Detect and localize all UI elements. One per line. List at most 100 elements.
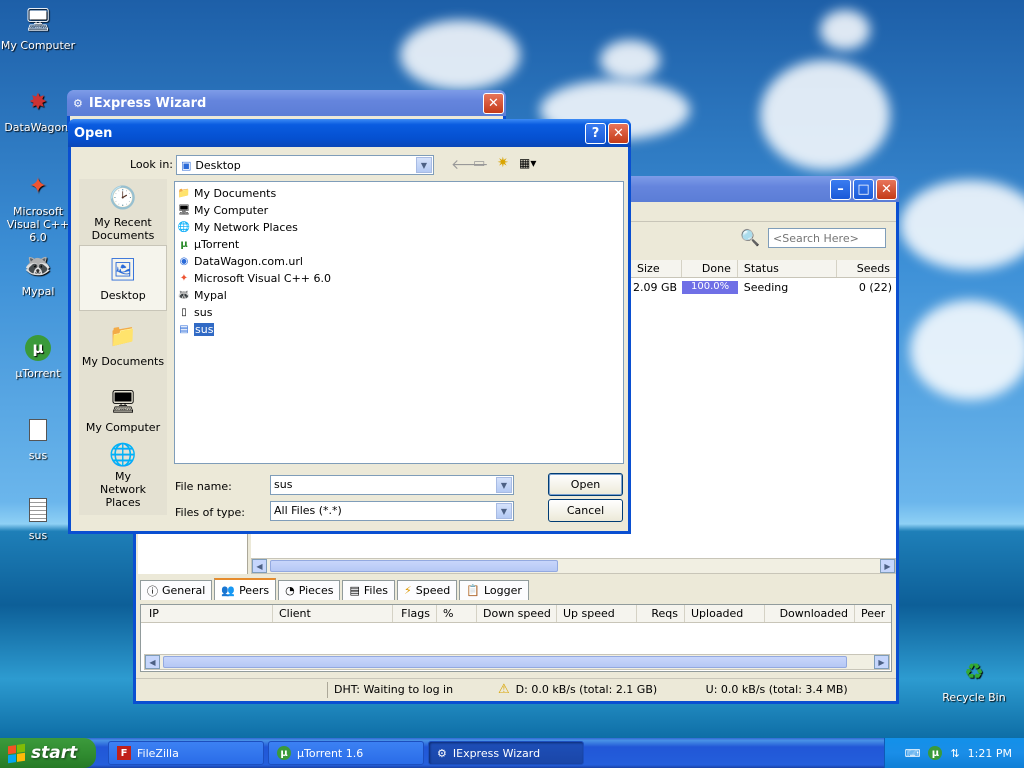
tab-peers[interactable]: 👥 Peers bbox=[214, 578, 277, 600]
new-folder-icon[interactable]: ✷ bbox=[497, 155, 509, 171]
chevron-down-icon[interactable]: ▼ bbox=[416, 157, 432, 173]
col-uploaded[interactable]: Uploaded bbox=[685, 605, 765, 622]
desktop-icon-utorrent[interactable]: µ µTorrent bbox=[0, 332, 76, 380]
list-item[interactable]: ✦ Microsoft Visual C++ 6.0 bbox=[177, 270, 621, 287]
desktop-icon-datawagon[interactable]: ✸ DataWagon. bbox=[0, 86, 76, 135]
text-file-icon bbox=[22, 494, 54, 526]
col-size[interactable]: Size bbox=[631, 260, 683, 277]
iexpress-close-button[interactable]: ✕ bbox=[483, 92, 504, 114]
search-icon[interactable]: 🔍 bbox=[740, 228, 760, 247]
iexpress-app-icon: ⚙ bbox=[73, 96, 83, 110]
col-status[interactable]: Status bbox=[738, 260, 837, 277]
col-ip[interactable]: IP bbox=[141, 605, 273, 622]
peers-scroll-right-arrow[interactable]: ▶ bbox=[874, 655, 889, 669]
speed-icon: ⚡ bbox=[404, 584, 412, 597]
chevron-down-icon[interactable]: ▼ bbox=[496, 477, 512, 493]
look-in-combo[interactable]: ▣ Desktop ▼ bbox=[176, 155, 434, 175]
place-my-network-places[interactable]: 🌐 My Network Places bbox=[79, 443, 167, 510]
desktop-icon-sus-folder[interactable]: sus bbox=[0, 414, 76, 462]
pieces-icon: ◔ bbox=[285, 584, 295, 597]
tab-pieces[interactable]: ◔ Pieces bbox=[278, 580, 341, 600]
clock[interactable]: 1:21 PM bbox=[968, 747, 1012, 760]
desktop-icon-sus-text[interactable]: sus bbox=[0, 494, 76, 542]
col-done[interactable]: Done bbox=[682, 260, 738, 277]
list-item[interactable]: 🖥 My Computer bbox=[177, 202, 621, 219]
open-dialog-title-bar: Open ? ✕ bbox=[68, 119, 631, 147]
detail-tabs: ⓘ General 👥 Peers ◔ Pieces ▤ Files ⚡ Speed 📋 L… bbox=[140, 578, 531, 600]
open-dialog-close-button[interactable]: ✕ bbox=[608, 122, 629, 144]
desktop-icon-visual-cpp[interactable]: ✦ Microsoft Visual C++ 6.0 bbox=[0, 170, 76, 245]
keyboard-icon[interactable]: ⌨ bbox=[905, 747, 921, 760]
peers-scroll-thumb[interactable] bbox=[163, 656, 847, 668]
network-tray-icon[interactable]: ⇅ bbox=[950, 747, 959, 760]
desktop-icon-recycle-bin[interactable]: ♻ Recycle Bin bbox=[936, 656, 1012, 705]
scroll-right-arrow[interactable]: ▶ bbox=[880, 559, 895, 573]
url-file-icon: ◉ bbox=[179, 256, 189, 267]
list-item[interactable]: 🌐 My Network Places bbox=[177, 219, 621, 236]
utorrent-maximize-button[interactable]: □ bbox=[853, 178, 874, 200]
open-button[interactable]: Open bbox=[548, 473, 623, 496]
task-filezilla[interactable]: F FileZilla bbox=[108, 741, 264, 765]
place-my-documents[interactable]: 📁 My Documents bbox=[79, 311, 167, 377]
torrent-list-scrollbar[interactable]: ◀ ▶ bbox=[251, 558, 896, 574]
list-item[interactable]: ◉ DataWagon.com.url bbox=[177, 253, 621, 270]
desktop-icon-my-computer[interactable]: 🖥 My Computer bbox=[0, 4, 76, 53]
task-utorrent[interactable]: µ µTorrent 1.6 bbox=[268, 741, 424, 765]
list-item[interactable]: 🦝 Mypal bbox=[177, 287, 621, 304]
col-percent[interactable]: % bbox=[437, 605, 477, 622]
col-client[interactable]: Client bbox=[273, 605, 393, 622]
search-input[interactable] bbox=[768, 228, 886, 248]
col-up-speed[interactable]: Up speed bbox=[557, 605, 637, 622]
tab-logger[interactable]: 📋 Logger bbox=[459, 580, 529, 600]
done-progress: 100.0% bbox=[682, 280, 738, 294]
views-menu-icon[interactable]: ▦▾ bbox=[519, 156, 536, 170]
tab-general[interactable]: ⓘ General bbox=[140, 580, 213, 600]
filezilla-icon: F bbox=[117, 746, 131, 760]
file-name-field[interactable]: sus ▼ bbox=[270, 475, 514, 495]
tab-speed[interactable]: ⚡ Speed bbox=[397, 580, 458, 600]
list-item[interactable]: µ µTorrent bbox=[177, 236, 621, 253]
places-bar: 🕑 My Recent Documents 🖼 Desktop 📁 My Doc… bbox=[79, 179, 167, 515]
place-desktop[interactable]: 🖼 Desktop bbox=[79, 245, 167, 311]
cancel-button[interactable]: Cancel bbox=[548, 499, 623, 522]
utorrent-tray-icon[interactable]: µ bbox=[928, 746, 943, 760]
place-recent-documents[interactable]: 🕑 My Recent Documents bbox=[79, 179, 167, 245]
help-button[interactable]: ? bbox=[585, 122, 606, 144]
text-file-icon: ▤ bbox=[179, 324, 189, 335]
place-my-computer[interactable]: 🖥 My Computer bbox=[79, 377, 167, 443]
files-of-type-label: Files of type: bbox=[175, 506, 246, 519]
desktop-icon: 🖼 bbox=[109, 258, 137, 283]
scroll-thumb[interactable] bbox=[270, 560, 558, 572]
desktop-icon: ▣ bbox=[181, 158, 192, 172]
col-peer[interactable]: Peer bbox=[855, 605, 885, 622]
scroll-left-arrow[interactable]: ◀ bbox=[252, 559, 267, 573]
file-list: 📁 My Documents 🖥 My Computer 🌐 My Network P… bbox=[174, 181, 624, 464]
col-reqs[interactable]: Reqs bbox=[637, 605, 685, 622]
files-of-type-select[interactable]: All Files (*.*) ▼ bbox=[270, 501, 514, 521]
task-iexpress[interactable]: ⚙ IExpress Wizard bbox=[428, 741, 584, 765]
col-downloaded[interactable]: Downloaded bbox=[765, 605, 855, 622]
peers-scroll-left-arrow[interactable]: ◀ bbox=[145, 655, 160, 669]
file-name-label: File name: bbox=[175, 480, 232, 493]
peers-scrollbar[interactable]: ◀ ▶ bbox=[144, 654, 890, 670]
tab-files[interactable]: ▤ Files bbox=[342, 580, 396, 600]
chevron-down-icon[interactable]: ▼ bbox=[496, 503, 512, 519]
start-button[interactable]: start bbox=[0, 738, 96, 768]
windows-logo-icon bbox=[8, 743, 25, 763]
up-folder-icon[interactable]: ▭ bbox=[473, 156, 485, 171]
file-icon bbox=[22, 414, 54, 446]
col-seeds[interactable]: Seeds bbox=[837, 260, 896, 277]
list-item-selected[interactable]: ▤ sus bbox=[177, 321, 621, 338]
computer-icon: 🖥 bbox=[109, 390, 137, 415]
list-item[interactable]: ▯ sus bbox=[177, 304, 621, 321]
visual-cpp-icon: ✦ bbox=[28, 173, 48, 199]
computer-icon: 🖥 bbox=[24, 7, 52, 33]
list-item[interactable]: 📁 My Documents bbox=[177, 185, 621, 202]
col-flags[interactable]: Flags bbox=[393, 605, 437, 622]
desktop-icon-mypal[interactable]: 🦝 Mypal bbox=[0, 250, 76, 299]
datawagon-icon: ✸ bbox=[28, 89, 48, 115]
upload-status: U: 0.0 kB/s (total: 3.4 MB) bbox=[705, 683, 848, 696]
col-down-speed[interactable]: Down speed bbox=[477, 605, 557, 622]
utorrent-minimize-button[interactable]: – bbox=[830, 178, 851, 200]
utorrent-close-button[interactable]: ✕ bbox=[876, 178, 897, 200]
